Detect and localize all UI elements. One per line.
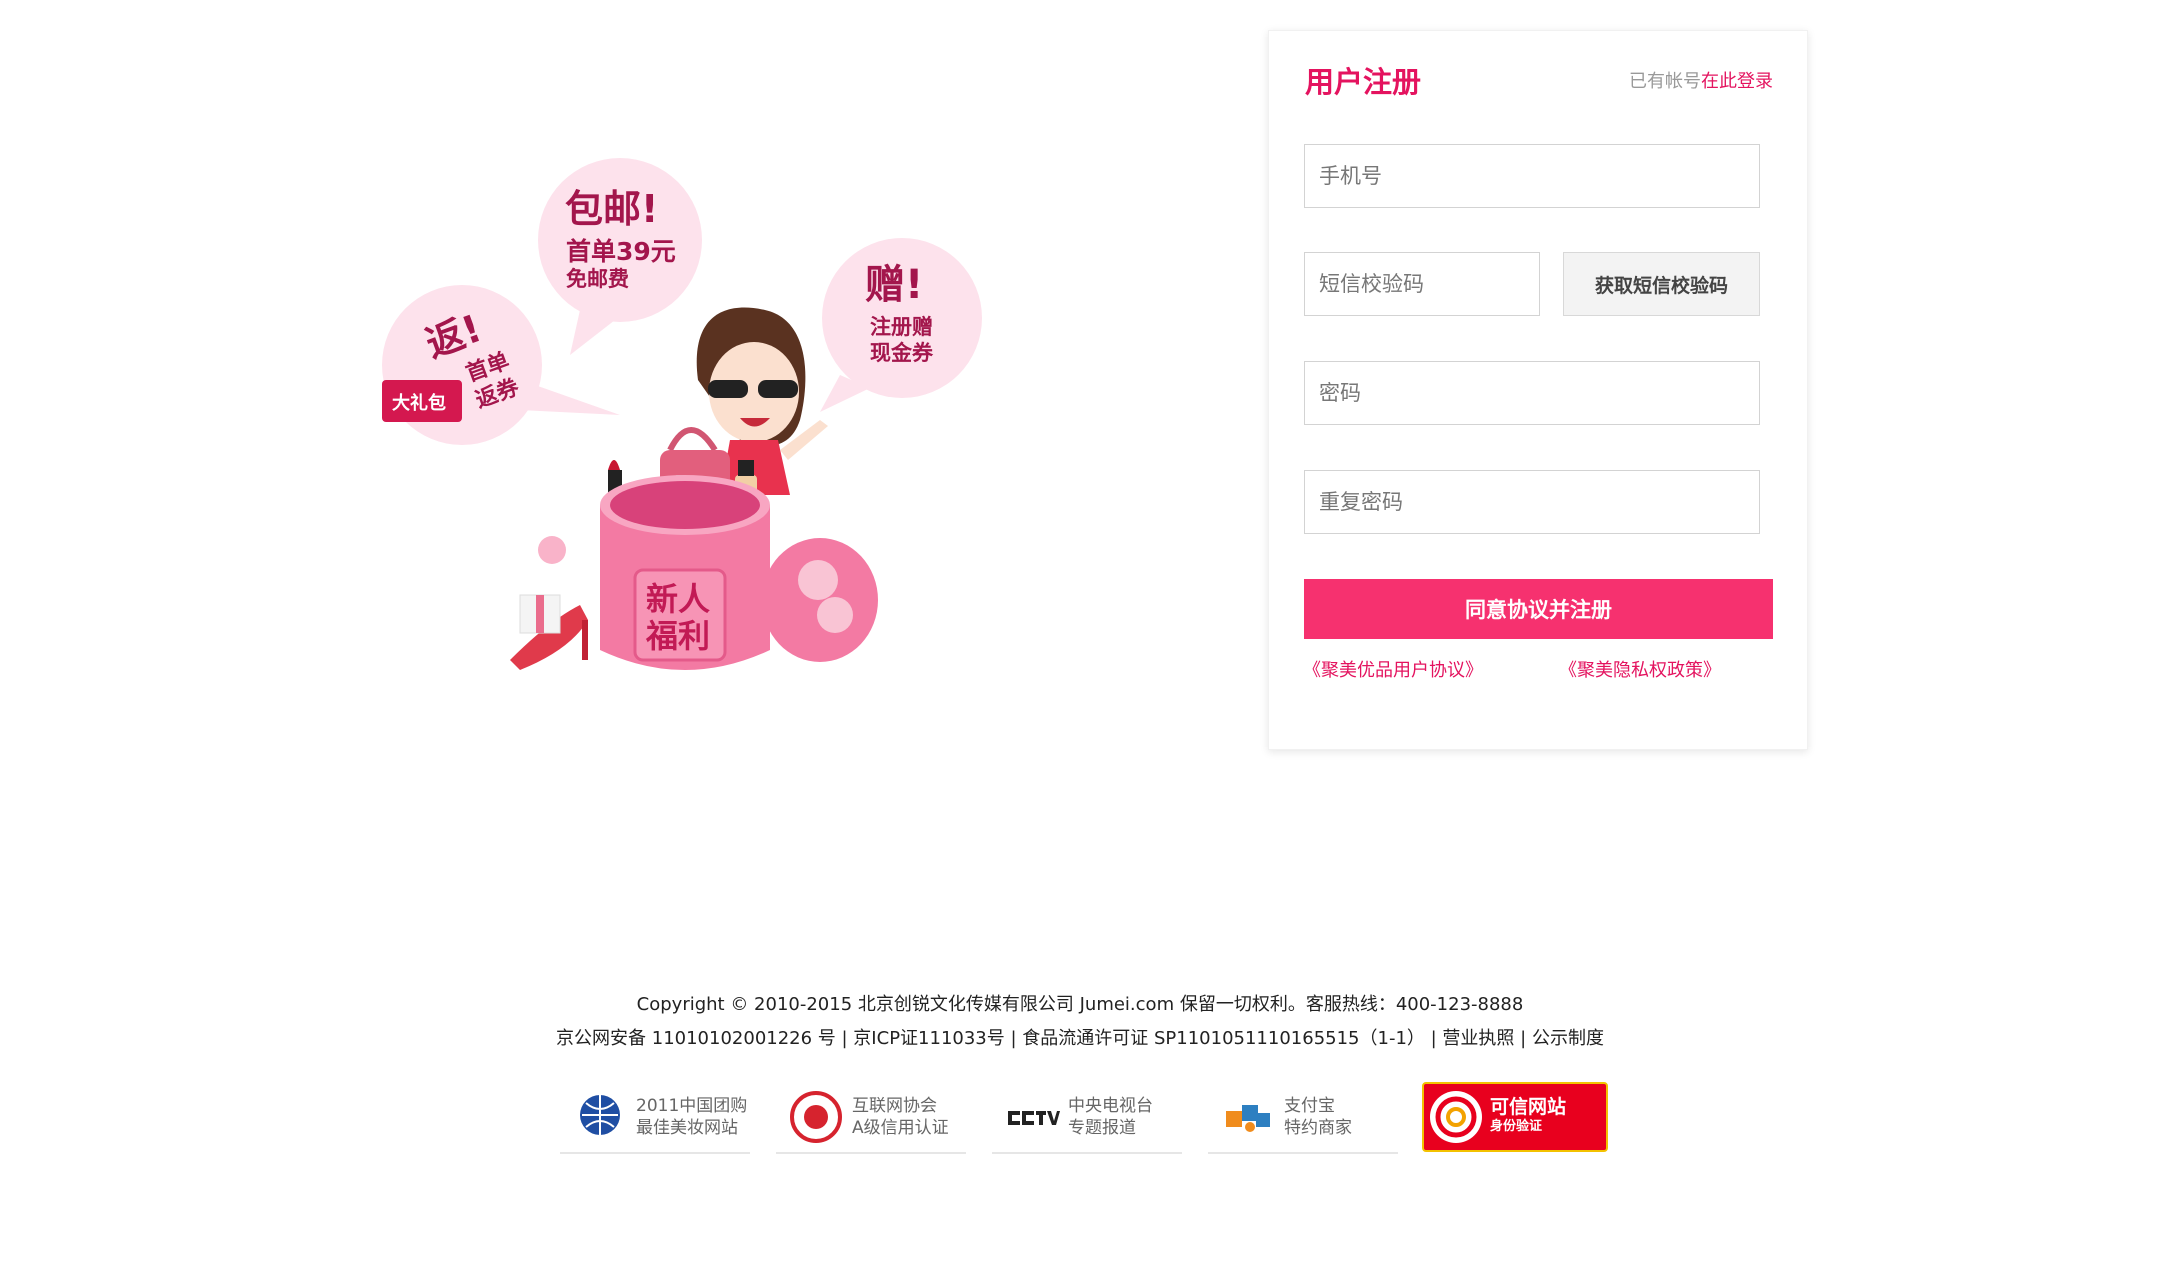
puzzle-icon bbox=[1226, 1105, 1270, 1132]
trusted-site-icon bbox=[1430, 1091, 1482, 1143]
promo-illustration: 包邮! 首单39元 免邮费 赠! 注册赠 现金券 返! 首单 返券 大礼包 新人… bbox=[370, 150, 1010, 710]
badge-text: 互联网协会 A级信用认证 bbox=[852, 1095, 949, 1139]
register-title: 用户注册 bbox=[1305, 65, 1422, 99]
free-shipping-line2: 免邮费 bbox=[566, 267, 629, 291]
badge-trusted-website[interactable]: 可信网站 身份验证 bbox=[1422, 1082, 1608, 1152]
license-line: 京公网安备 11010102001226 号 | 京ICP证111033号 | … bbox=[0, 1022, 2160, 1056]
business-license-link[interactable]: 营业执照 bbox=[1442, 1028, 1514, 1049]
gift-title: 赠! bbox=[865, 262, 923, 308]
badge-line2: A级信用认证 bbox=[852, 1118, 949, 1138]
globe-icon bbox=[580, 1095, 620, 1135]
gift-line2: 现金券 bbox=[870, 341, 934, 365]
copyright-text: Copyright © 2010-2015 北京创锐文化传媒有限公司 Jumei… bbox=[636, 994, 1524, 1015]
badge-text: 可信网站 身份验证 bbox=[1490, 1097, 1566, 1137]
badge-cctv[interactable]: 中央电视台 专题报道 bbox=[992, 1082, 1182, 1154]
login-link[interactable]: 在此登录 bbox=[1701, 71, 1773, 92]
free-shipping-line1: 首单39元 bbox=[566, 237, 676, 266]
badge-line1: 2011中国团购 bbox=[636, 1096, 748, 1116]
privacy-policy-link[interactable]: 《聚美隐私权政策》 bbox=[1559, 656, 1721, 682]
badge-line1: 互联网协会 bbox=[852, 1096, 937, 1116]
badge-line1: 中央电视台 bbox=[1068, 1096, 1153, 1116]
public-system-link[interactable]: 公示制度 bbox=[1532, 1028, 1604, 1049]
badge-best-beauty-site[interactable]: 2011中国团购 最佳美妆网站 bbox=[560, 1082, 750, 1154]
badge-alipay[interactable]: 支付宝 特约商家 bbox=[1208, 1082, 1398, 1154]
login-hint: 已有帐号在此登录 bbox=[1629, 67, 1773, 93]
agree-and-register-button[interactable]: 同意协议并注册 bbox=[1304, 579, 1773, 639]
cctv-logo-icon bbox=[1006, 1109, 1060, 1127]
license-text: 京公网安备 11010102001226 号 | 京ICP证111033号 | … bbox=[556, 1028, 1437, 1049]
phone-input[interactable] bbox=[1304, 144, 1760, 208]
badge-text: 中央电视台 专题报道 bbox=[1068, 1095, 1153, 1139]
box-label-line1: 新人 bbox=[646, 580, 710, 618]
badge-line1: 支付宝 bbox=[1284, 1096, 1335, 1116]
trust-seal-icon bbox=[790, 1091, 842, 1143]
gift-pack-label: 大礼包 bbox=[392, 392, 446, 414]
footer: Copyright © 2010-2015 北京创锐文化传媒有限公司 Jumei… bbox=[0, 988, 2160, 1056]
gift-bubble: 赠! 注册赠 现金券 bbox=[820, 238, 982, 412]
pink-gift-box: 新人 福利 bbox=[538, 475, 878, 670]
sms-code-input[interactable] bbox=[1304, 252, 1540, 316]
registration-panel: 用户注册 已有帐号在此登录 获取短信校验码 同意协议并注册 《聚美优品用户协议》… bbox=[1268, 30, 1808, 750]
get-sms-code-button[interactable]: 获取短信校验码 bbox=[1563, 252, 1760, 316]
login-hint-text: 已有帐号 bbox=[1629, 71, 1701, 92]
gift-pack-tag: 大礼包 bbox=[382, 380, 462, 422]
footer-separator: | bbox=[1520, 1028, 1527, 1049]
badge-text: 支付宝 特约商家 bbox=[1284, 1095, 1352, 1139]
new-user-benefit-illustration: 包邮! 首单39元 免邮费 赠! 注册赠 现金券 返! 首单 返券 大礼包 新人… bbox=[382, 158, 982, 670]
free-shipping-title: 包邮! bbox=[565, 187, 658, 231]
box-label-line2: 福利 bbox=[645, 617, 710, 655]
badge-line2: 专题报道 bbox=[1068, 1118, 1136, 1138]
badge-line1: 可信网站 bbox=[1490, 1096, 1567, 1118]
badge-line2: 身份验证 bbox=[1490, 1119, 1543, 1134]
badge-line2: 特约商家 bbox=[1284, 1118, 1352, 1138]
trust-badges: 2011中国团购 最佳美妆网站 互联网协会 A级信用认证 中央电视台 专题报道 bbox=[560, 1082, 1610, 1162]
password-input[interactable] bbox=[1304, 361, 1760, 425]
repeat-password-input[interactable] bbox=[1304, 470, 1760, 534]
badge-line2: 最佳美妆网站 bbox=[636, 1118, 738, 1138]
gift-line1: 注册赠 bbox=[870, 315, 933, 339]
user-agreement-link[interactable]: 《聚美优品用户协议》 bbox=[1303, 656, 1483, 682]
badge-text: 2011中国团购 最佳美妆网站 bbox=[636, 1095, 747, 1139]
badge-internet-association[interactable]: 互联网协会 A级信用认证 bbox=[776, 1082, 966, 1154]
free-shipping-bubble: 包邮! 首单39元 免邮费 bbox=[538, 158, 702, 355]
small-gift-box bbox=[519, 594, 561, 634]
